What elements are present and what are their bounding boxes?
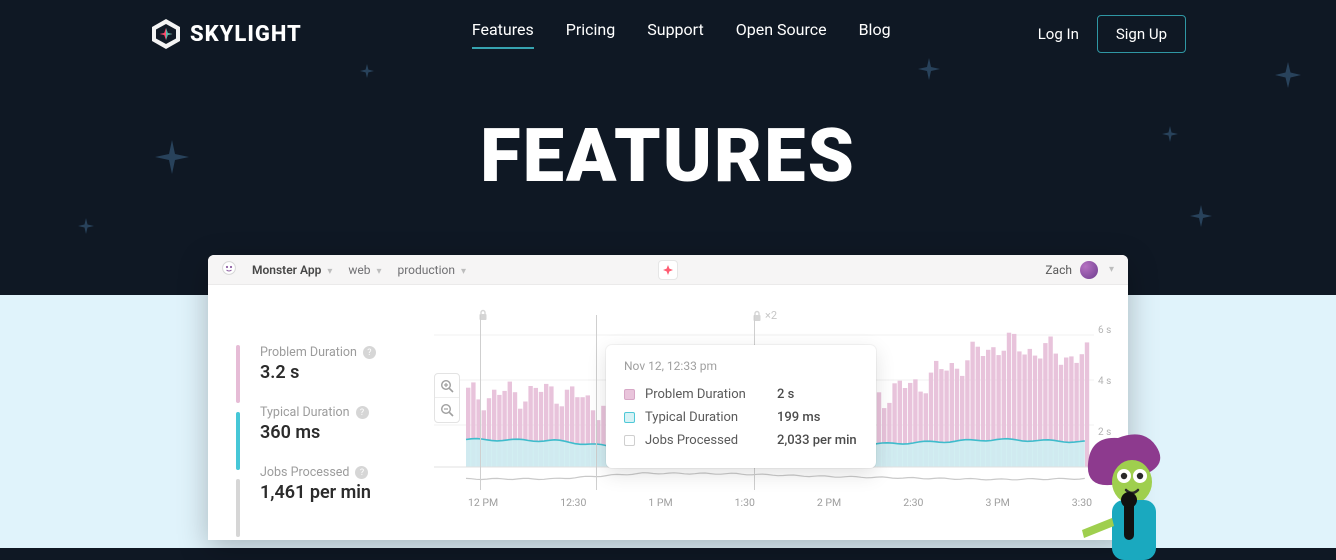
zoom-out-icon[interactable] [435, 398, 459, 422]
xtick: 12 PM [468, 496, 498, 509]
ytick: 6 s [1098, 325, 1120, 336]
star-decoration [1190, 205, 1212, 227]
stat-label-typical: Typical Duration [260, 405, 350, 420]
brand-name: SKYLIGHT [190, 22, 302, 47]
login-link[interactable]: Log In [1038, 25, 1079, 43]
nav-support[interactable]: Support [647, 20, 703, 49]
help-icon[interactable]: ? [356, 406, 369, 419]
lock-badge: ×2 [765, 309, 777, 322]
tooltip-label-jobs: Jobs Processed [645, 433, 767, 448]
xtick: 2:30 [903, 496, 923, 509]
swatch-pink-icon [624, 389, 635, 400]
page-title: FEATURES [0, 113, 1336, 200]
zoom-in-icon[interactable] [435, 374, 459, 398]
stat-value-problem: 3.2 s [260, 362, 430, 383]
ytick: 4 s [1098, 376, 1120, 387]
xtick: 1:30 [735, 496, 755, 509]
swatch-grey-icon [624, 435, 635, 446]
ytick: 2 s [1098, 427, 1120, 438]
stat-value-typical: 360 ms [260, 422, 430, 443]
app-logo-icon [222, 261, 236, 278]
lock-marker: ×2 [752, 309, 777, 322]
tooltip-value-typical: 199 ms [777, 410, 820, 425]
chevron-down-icon: ▾ [1109, 264, 1114, 275]
xtick: 12:30 [560, 496, 586, 509]
dashboard-screenshot: Monster App ▾ web ▾ production ▾ Zach ▾ [208, 255, 1128, 540]
nav-blog[interactable]: Blog [859, 20, 891, 49]
tooltip-label-problem: Problem Duration [645, 387, 767, 402]
tooltip-value-jobs: 2,033 per min [777, 433, 857, 448]
chart-vline [596, 315, 597, 490]
x-axis-ticks: 12 PM 12:30 1 PM 1:30 2 PM 2:30 3 PM 3:3… [434, 490, 1098, 509]
xtick: 2 PM [817, 496, 841, 509]
chevron-down-icon: ▾ [461, 266, 466, 277]
xtick: 1 PM [648, 496, 672, 509]
stat-label-problem: Problem Duration [260, 345, 357, 360]
center-logo-icon [658, 260, 678, 280]
help-icon[interactable]: ? [355, 466, 368, 479]
chart-zoom-tools [434, 373, 460, 423]
stat-block: Problem Duration ? 3.2 s Typical Duratio… [260, 345, 430, 540]
tooltip-label-typical: Typical Duration [645, 410, 767, 425]
nav-features[interactable]: Features [472, 20, 534, 49]
app-name-select[interactable]: Monster App [252, 263, 321, 277]
y-axis-ticks: 6 s 4 s 2 s [1098, 325, 1120, 438]
stat-gutter [236, 345, 246, 540]
xtick: 3:30 [1072, 496, 1092, 509]
tooltip-time: Nov 12, 12:33 pm [624, 359, 858, 373]
avatar[interactable] [1080, 261, 1098, 279]
brand-logo[interactable]: SKYLIGHT [150, 18, 302, 50]
main-nav: Features Pricing Support Open Source Blo… [472, 20, 891, 49]
env-select[interactable]: production [397, 263, 455, 277]
stat-label-jobs: Jobs Processed [260, 465, 349, 480]
help-icon[interactable]: ? [363, 346, 376, 359]
chart-vline [480, 315, 481, 490]
segment-select[interactable]: web [348, 263, 370, 277]
auth-area: Log In Sign Up [1038, 15, 1186, 53]
star-decoration [78, 218, 94, 234]
chevron-down-icon: ▾ [327, 266, 332, 277]
swatch-teal-icon [624, 412, 635, 423]
signup-button[interactable]: Sign Up [1097, 15, 1186, 53]
nav-open-source[interactable]: Open Source [736, 20, 827, 49]
chart-area[interactable]: ×2 6 s 4 s 2 s [434, 315, 1098, 540]
chevron-down-icon: ▾ [376, 266, 381, 277]
stat-value-jobs: 1,461 per min [260, 482, 430, 503]
dash-header: Monster App ▾ web ▾ production ▾ Zach ▾ [208, 255, 1128, 285]
logo-hex-icon [150, 18, 182, 50]
nav-pricing[interactable]: Pricing [566, 20, 616, 49]
tooltip-value-problem: 2 s [777, 387, 794, 402]
chart-tooltip: Nov 12, 12:33 pm Problem Duration 2 s Ty… [606, 345, 876, 468]
xtick: 3 PM [985, 496, 1009, 509]
user-name[interactable]: Zach [1045, 263, 1072, 277]
